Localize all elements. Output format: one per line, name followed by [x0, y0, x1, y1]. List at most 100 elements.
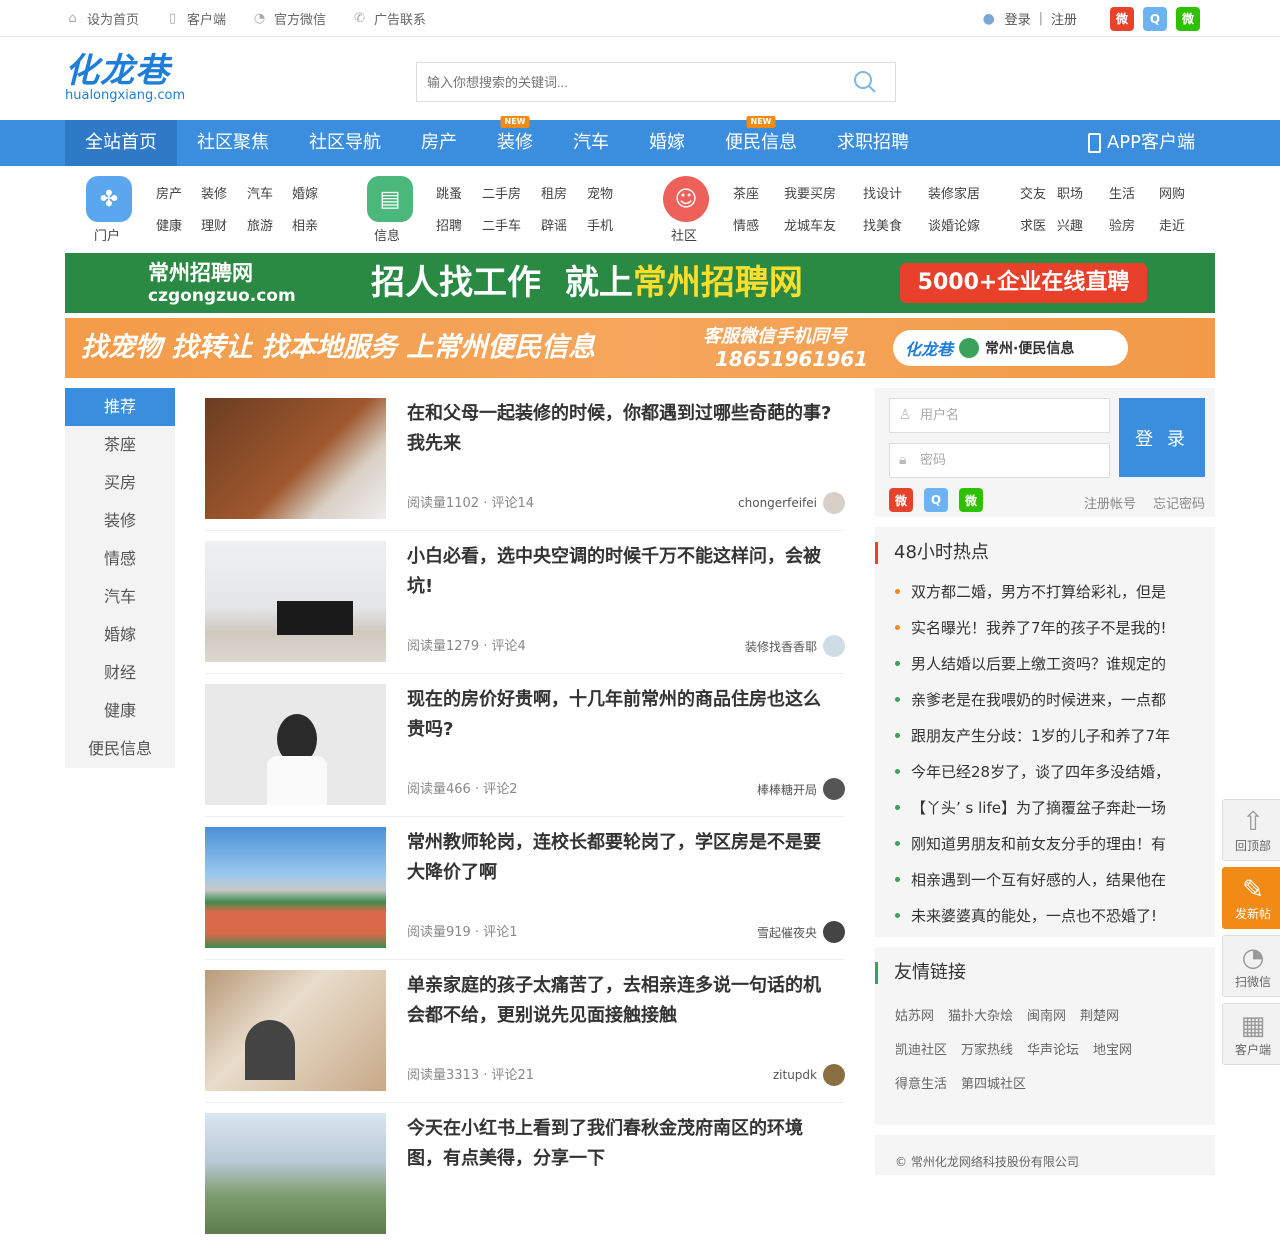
register-link[interactable]: 注册帐号: [1084, 497, 1136, 512]
cat-link[interactable]: 走近: [1159, 215, 1185, 234]
article-thumbnail[interactable]: [205, 541, 386, 662]
article-title[interactable]: 在和父母一起装修的时候，你都遇到过哪些奇葩的事?我先来: [407, 399, 837, 459]
article-item[interactable]: 今天在小红书上看到了我们春秋金茂府南区的环境图，有点美得，分享一下: [205, 1103, 845, 1246]
cat-link[interactable]: 交友: [1020, 183, 1057, 202]
forgot-password-link[interactable]: 忘记密码: [1153, 497, 1205, 512]
weibo-icon[interactable]: 微: [889, 488, 913, 512]
hot-item[interactable]: 双方都二婚，男方不打算给彩礼，但是: [875, 574, 1195, 610]
cat-link[interactable]: 二手房: [482, 183, 541, 202]
cat-link[interactable]: 装修家居: [928, 183, 1020, 202]
nav-convenience[interactable]: NEW 便民信息: [705, 116, 817, 166]
register-link[interactable]: 注册: [1051, 9, 1077, 28]
cat-link[interactable]: 茶座: [733, 183, 784, 202]
wechat-icon[interactable]: 微: [1176, 6, 1200, 31]
cat-link[interactable]: 二手车: [482, 215, 541, 234]
hot-item[interactable]: 亲爹老是在我喂奶的时候进来，一点都: [875, 682, 1195, 718]
article-author[interactable]: chongerfeifei: [738, 492, 845, 514]
cat-link[interactable]: 相亲: [292, 215, 318, 234]
left-nav-item[interactable]: 婚嫁: [65, 616, 175, 654]
nav-community-focus[interactable]: 社区聚焦: [177, 120, 289, 166]
hot-item[interactable]: 实名曝光！我养了7年的孩子不是我的!: [875, 610, 1195, 646]
left-nav-item[interactable]: 健康: [65, 692, 175, 730]
cat-link[interactable]: 网购: [1159, 183, 1185, 202]
password-field[interactable]: 🔒︎ 密码: [889, 443, 1110, 478]
cat-link[interactable]: 我要买房: [784, 183, 863, 202]
cat-link[interactable]: 验房: [1109, 215, 1159, 234]
client-qr-button[interactable]: ▦ 客户端: [1222, 1003, 1280, 1065]
hot-item[interactable]: 刚知道男朋友和前女友分手的理由！有: [875, 826, 1195, 862]
official-wechat-link[interactable]: ◔ 官方微信: [252, 9, 326, 28]
hot-item[interactable]: 相亲遇到一个互有好感的人，结果他在: [875, 862, 1195, 898]
friend-link[interactable]: 万家热线: [961, 1043, 1013, 1058]
ad-contact-link[interactable]: ✆ 广告联系: [352, 9, 426, 28]
nav-car[interactable]: 汽车: [553, 120, 629, 166]
cat-link[interactable]: 手机: [587, 215, 613, 234]
nav-realestate[interactable]: 房产: [401, 120, 477, 166]
article-item[interactable]: 常州教师轮岗，连校长都要轮岗了，学区房是不是要大降价了啊 阅读量919 · 评论…: [205, 817, 845, 960]
login-link[interactable]: 登录: [1005, 9, 1031, 28]
community-icon[interactable]: ☺: [663, 176, 709, 222]
back-to-top-button[interactable]: ⇧ 回顶部: [1222, 799, 1280, 861]
site-logo[interactable]: 化龙巷 hualongxiang.com: [65, 53, 185, 103]
article-author[interactable]: zitupdk: [773, 1064, 845, 1086]
search-input[interactable]: [417, 63, 837, 101]
left-nav-item[interactable]: 推荐: [65, 388, 175, 426]
cat-link[interactable]: 房产: [156, 183, 201, 202]
article-item[interactable]: 单亲家庭的孩子太痛苦了，去相亲连多说一句话的机会都不给，更别说先见面接触接触 阅…: [205, 960, 845, 1103]
cat-link[interactable]: 谈婚论嫁: [928, 215, 1020, 234]
left-nav-item[interactable]: 汽车: [65, 578, 175, 616]
article-thumbnail[interactable]: [205, 1113, 386, 1234]
left-nav-item[interactable]: 茶座: [65, 426, 175, 464]
cat-link[interactable]: 理财: [201, 215, 247, 234]
friend-link[interactable]: 闽南网: [1027, 1009, 1066, 1024]
cat-link[interactable]: 辟谣: [541, 215, 587, 234]
cat-link[interactable]: 宠物: [587, 183, 613, 202]
hot-item[interactable]: 今年已经28岁了，谈了四年多没结婚，: [875, 754, 1195, 790]
set-homepage-link[interactable]: ⌂ 设为首页: [65, 9, 139, 28]
article-title[interactable]: 常州教师轮岗，连校长都要轮岗了，学区房是不是要大降价了啊: [407, 828, 837, 888]
cat-link[interactable]: 情感: [733, 215, 784, 234]
friend-link[interactable]: 姑苏网: [895, 1009, 934, 1024]
hot-item[interactable]: 未来婆婆真的能处，一点也不恐婚了!: [875, 898, 1195, 934]
article-item[interactable]: 在和父母一起装修的时候，你都遇到过哪些奇葩的事?我先来 阅读量1102 · 评论…: [205, 388, 845, 531]
left-nav-item[interactable]: 情感: [65, 540, 175, 578]
friend-link[interactable]: 第四城社区: [961, 1077, 1026, 1092]
friend-link[interactable]: 猫扑大杂烩: [948, 1009, 1013, 1024]
cat-link[interactable]: 汽车: [247, 183, 292, 202]
convenience-banner[interactable]: 找宠物 找转让 找本地服务 上常州便民信息 客服微信手机同号 186519619…: [65, 318, 1215, 378]
left-nav-item[interactable]: 买房: [65, 464, 175, 502]
cat-link[interactable]: 装修: [201, 183, 247, 202]
scan-wechat-button[interactable]: ◔ 扫微信: [1222, 935, 1280, 997]
login-button[interactable]: 登 录: [1119, 398, 1205, 477]
article-author[interactable]: 装修找香香耶: [745, 635, 845, 657]
nav-decoration[interactable]: NEW 装修: [477, 116, 553, 166]
left-nav-item[interactable]: 装修: [65, 502, 175, 540]
article-item[interactable]: 现在的房价好贵啊，十几年前常州的商品住房也这么贵吗? 阅读量466 · 评论2 …: [205, 674, 845, 817]
friend-link[interactable]: 地宝网: [1093, 1043, 1132, 1058]
article-thumbnail[interactable]: [205, 398, 386, 519]
nav-home[interactable]: 全站首页: [65, 120, 177, 166]
new-post-button[interactable]: ✎ 发新帖: [1222, 867, 1280, 929]
nav-jobs[interactable]: 求职招聘: [817, 120, 929, 166]
friend-link[interactable]: 华声论坛: [1027, 1043, 1079, 1058]
article-thumbnail[interactable]: [205, 827, 386, 948]
article-thumbnail[interactable]: [205, 970, 386, 1091]
article-author[interactable]: 雪起催夜央: [757, 921, 845, 943]
article-author[interactable]: 棒棒糖开局: [757, 778, 845, 800]
wechat-icon[interactable]: 微: [959, 488, 983, 512]
cat-link[interactable]: 健康: [156, 215, 201, 234]
left-nav-item[interactable]: 便民信息: [65, 730, 175, 768]
username-field[interactable]: ♙ 用户名: [889, 398, 1110, 433]
cat-link[interactable]: 旅游: [247, 215, 292, 234]
cat-link[interactable]: 跳蚤: [436, 183, 482, 202]
friend-link[interactable]: 荆楚网: [1080, 1009, 1119, 1024]
hot-item[interactable]: 【丫头’ s life】为了摘覆盆子奔赴一场: [875, 790, 1195, 826]
cat-link[interactable]: 找美食: [863, 215, 928, 234]
cat-link[interactable]: 兴趣: [1057, 215, 1109, 234]
hot-item[interactable]: 男人结婚以后要上缴工资吗？谁规定的: [875, 646, 1195, 682]
article-title[interactable]: 今天在小红书上看到了我们春秋金茂府南区的环境图，有点美得，分享一下: [407, 1114, 837, 1174]
portal-icon[interactable]: ✤: [86, 176, 132, 222]
hot-item[interactable]: 跟朋友产生分歧：1岁的儿子和养了7年: [875, 718, 1195, 754]
nav-community-guide[interactable]: 社区导航: [289, 120, 401, 166]
qq-icon[interactable]: Q: [924, 488, 948, 512]
